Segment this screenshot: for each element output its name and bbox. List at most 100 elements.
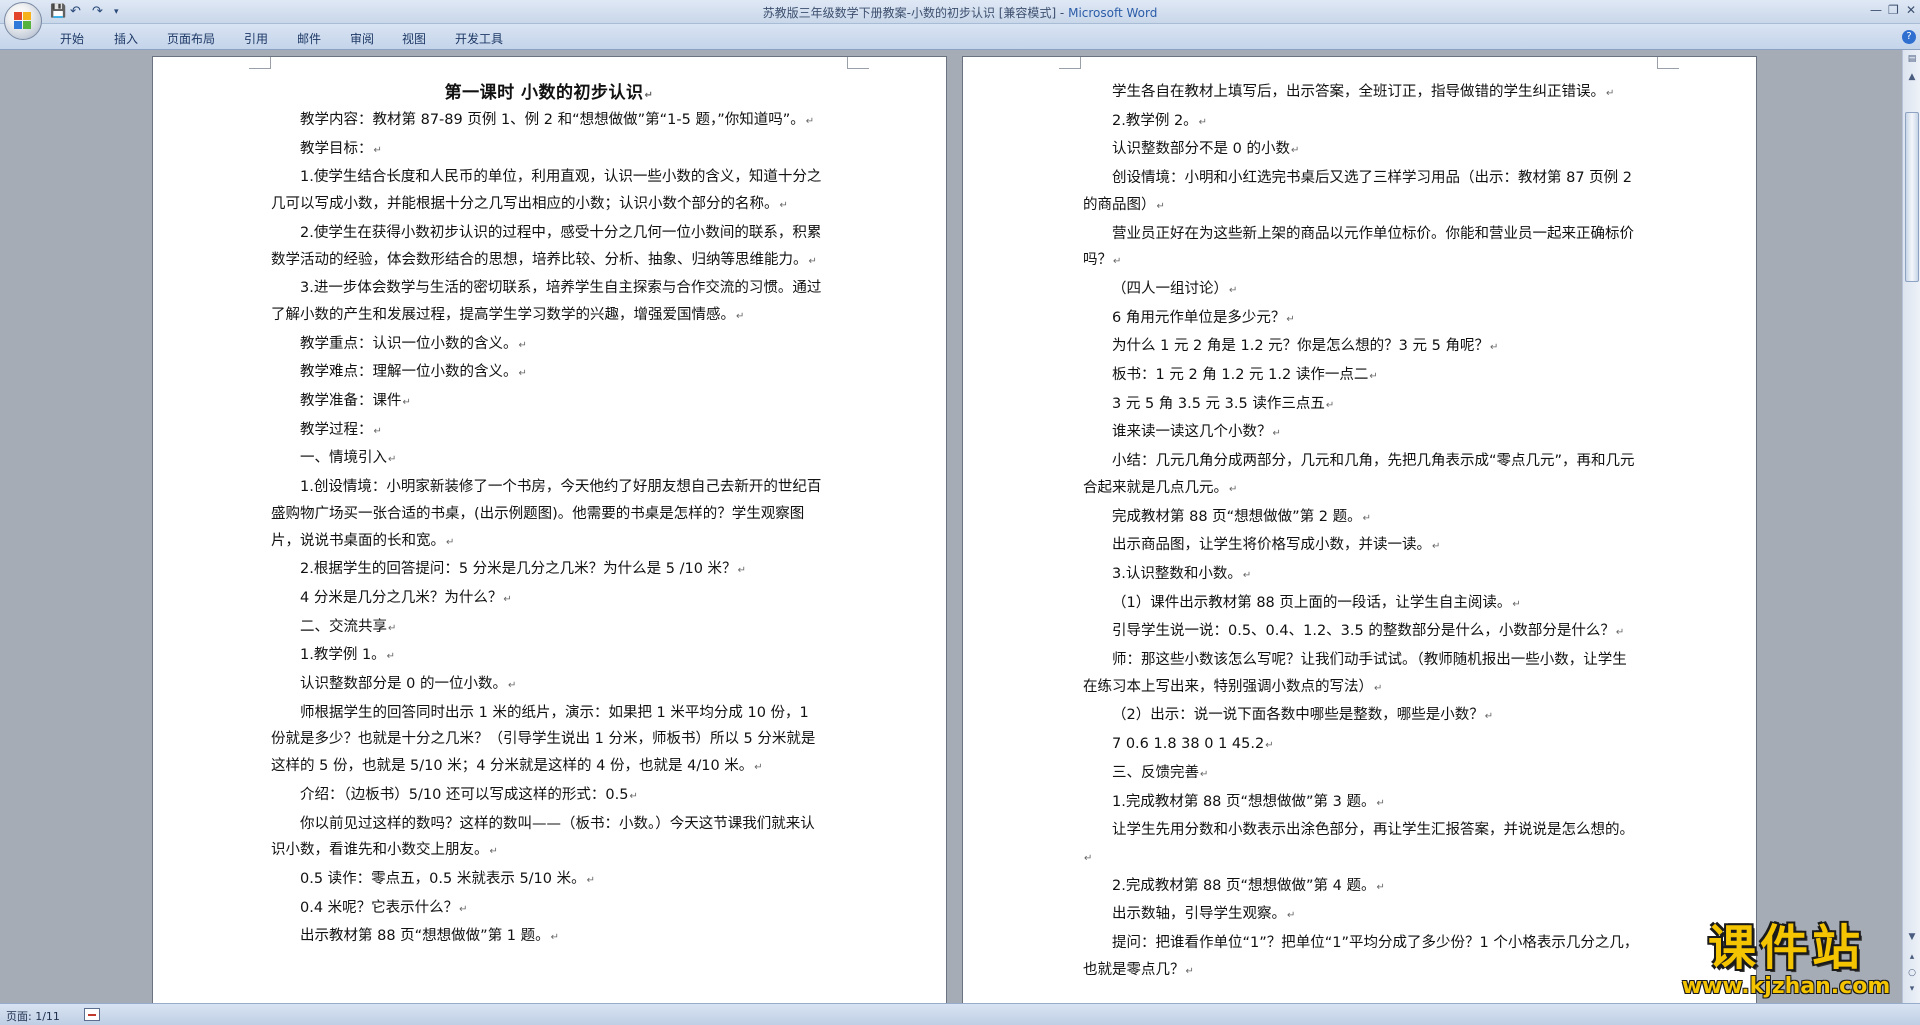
- paragraph-text: 出示数轴，引导学生观察。: [1112, 906, 1286, 923]
- paragraph-text: 谁来读一读这几个小数？: [1112, 424, 1272, 441]
- paragraph[interactable]: 板书：1 元 2 角 1.2 元 1.2 读作一点二↵: [1083, 362, 1639, 391]
- paragraph[interactable]: 完成教材第 88 页“想想做做”第 2 题。↵: [1083, 504, 1639, 533]
- paragraph-text: 师根据学生的回答同时出示 1 米的纸片，演示：如果把 1 米平均分成 10 份，…: [271, 704, 816, 775]
- paragraph[interactable]: 2.根据学生的回答提问：5 分米是几分之几米？为什么是 5 /10 米？↵: [271, 556, 827, 585]
- paragraph-mark-icon: ↵: [736, 310, 745, 322]
- paragraph[interactable]: 介绍：（边板书）5/10 还可以写成这样的形式：0.5↵: [271, 782, 827, 811]
- paragraph[interactable]: 一、情境引入↵: [271, 445, 827, 474]
- paragraph-mark-icon: ↵: [1615, 627, 1625, 639]
- minimize-icon[interactable]: —: [1870, 3, 1882, 17]
- paragraph-mark-icon: ↵: [737, 565, 746, 577]
- paragraph[interactable]: 认识整数部分不是 0 的小数↵: [1083, 136, 1639, 165]
- paragraph-text: 教学目标：: [300, 140, 373, 157]
- paragraph-mark-icon: ↵: [1325, 399, 1335, 411]
- paragraph[interactable]: 二、交流共享↵: [271, 614, 827, 643]
- scroll-thumb[interactable]: [1905, 112, 1919, 282]
- paragraph[interactable]: 师：那这些小数该怎么写呢？让我们动手试试。（教师随机报出一些小数，让学生在练习本…: [1083, 647, 1639, 702]
- paragraph[interactable]: 你以前见过这样的数吗？这样的数叫——（板书：小数。）今天这节课我们就来认识小数，…: [271, 811, 827, 866]
- paragraph[interactable]: 认识整数部分是 0 的一位小数。↵: [271, 671, 827, 700]
- paragraph[interactable]: 出示数轴，引导学生观察。↵: [1083, 901, 1639, 930]
- paragraph[interactable]: 7 0.6 1.8 38 0 1 45.2↵: [1083, 731, 1639, 760]
- paragraph[interactable]: 1.创设情境：小明家新装修了一个书房，今天他约了好朋友想自己去新开的世纪百盛购物…: [271, 474, 827, 556]
- vertical-scrollbar[interactable]: ▤ ▲ ▼ ▴ ○ ▾: [1902, 50, 1920, 1003]
- paragraph[interactable]: 教学重点：认识一位小数的含义。↵: [271, 331, 827, 360]
- document-workspace[interactable]: 第一课时 小数的初步认识↵ 教学内容：教材第 87-89 页例 1、例 2 和“…: [0, 50, 1902, 1003]
- tab-references[interactable]: 引用: [244, 30, 268, 47]
- browse-object-icon[interactable]: ○: [1905, 966, 1919, 980]
- paragraph-mark-icon: ↵: [1084, 852, 1093, 864]
- tab-home[interactable]: 开始: [60, 30, 84, 47]
- page-2-text[interactable]: 学生各自在教材上填写后，出示答案，全班订正，指导做错的学生纠正错误。↵ 2.教学例…: [1083, 79, 1639, 986]
- page-1-text[interactable]: 第一课时 小数的初步认识↵ 教学内容：教材第 87-89 页例 1、例 2 和“…: [271, 79, 827, 952]
- paragraph-mark-icon: ↵: [779, 200, 788, 212]
- paragraph-text: 2.根据学生的回答提问：5 分米是几分之几米？为什么是 5 /10 米？: [300, 561, 737, 578]
- paragraph[interactable]: 1.使学生结合长度和人民币的单位，利用直观，认识一些小数的含义，知道十分之几可以…: [271, 164, 827, 219]
- paragraph[interactable]: 4 分米是几分之几米？为什么？↵: [271, 585, 827, 614]
- paragraph[interactable]: 3.认识整数和小数。↵: [1083, 561, 1639, 590]
- paragraph[interactable]: 0.5 读作：零点五，0.5 米就表示 5/10 米。↵: [271, 866, 827, 895]
- paragraph[interactable]: （2）出示：说一说下面各数中哪些是整数，哪些是小数？↵: [1083, 702, 1639, 731]
- paragraph-mark-icon: ↵: [1369, 371, 1378, 383]
- paragraph[interactable]: 2.教学例 2。↵: [1083, 108, 1639, 137]
- paragraph[interactable]: 营业员正好在为这些新上架的商品以元作单位标价。你能和营业员一起来正确标价吗？↵: [1083, 221, 1639, 276]
- paragraph[interactable]: 提问：把谁看作单位“1”？把单位“1”平均分成了多少份？1 个小格表示几分之几，…: [1083, 930, 1639, 985]
- paragraph-mark-icon: ↵: [1376, 797, 1385, 809]
- paragraph[interactable]: 出示商品图，让学生将价格写成小数，并读一读。↵: [1083, 532, 1639, 561]
- paragraph[interactable]: 小结：几元几角分成两部分，几元和几角，先把几角表示成“零点几元”，再和几元合起来…: [1083, 448, 1639, 503]
- paragraph[interactable]: 学生各自在教材上填写后，出示答案，全班订正，指导做错的学生纠正错误。↵: [1083, 79, 1639, 108]
- tab-page-layout[interactable]: 页面布局: [167, 30, 215, 47]
- restore-icon[interactable]: ❐: [1888, 3, 1899, 17]
- ruler-toggle-icon[interactable]: ▤: [1905, 52, 1919, 66]
- paragraph[interactable]: 教学过程：↵: [271, 417, 827, 446]
- page-2[interactable]: 学生各自在教材上填写后，出示答案，全班订正，指导做错的学生纠正错误。↵ 2.教学例…: [962, 56, 1757, 1003]
- paragraph[interactable]: 0.4 米呢？它表示什么？↵: [271, 895, 827, 924]
- paragraph[interactable]: 3.进一步体会数学与生活的密切联系，培养学生自主探索与合作交流的习惯。通过了解小…: [271, 275, 827, 330]
- paragraph[interactable]: 教学内容：教材第 87-89 页例 1、例 2 和“想想做做”第“1-5 题，”…: [271, 107, 827, 136]
- tab-review[interactable]: 审阅: [350, 30, 374, 47]
- paragraph[interactable]: 1.教学例 1。↵: [271, 642, 827, 671]
- paragraph-text: 3 元 5 角 3.5 元 3.5 读作三点五: [1112, 395, 1325, 412]
- paragraph[interactable]: 教学准备：课件↵: [271, 388, 827, 417]
- paragraph[interactable]: （四人一组讨论）↵: [1083, 276, 1639, 305]
- paragraph[interactable]: 2.完成教材第 88 页“想想做做”第 4 题。↵: [1083, 873, 1639, 902]
- paragraph-text: 教学过程：: [300, 421, 373, 438]
- paragraph[interactable]: 2.使学生在获得小数初步认识的过程中，感受十分之几何一位小数间的联系，积累数学活…: [271, 220, 827, 275]
- previous-page-icon[interactable]: ▴: [1905, 950, 1919, 964]
- office-button[interactable]: [4, 2, 42, 40]
- tab-insert[interactable]: 插入: [114, 30, 138, 47]
- help-icon[interactable]: ?: [1902, 30, 1916, 44]
- paragraph[interactable]: 教学目标：↵: [271, 136, 827, 165]
- tab-developer[interactable]: 开发工具: [455, 30, 503, 47]
- scroll-down-icon[interactable]: ▼: [1905, 930, 1919, 944]
- paragraph[interactable]: 创设情境：小明和小红选完书桌后又选了三样学习用品（出示：教材第 87 页例 2 …: [1083, 165, 1639, 220]
- paragraph-mark-icon: ↵: [507, 680, 517, 692]
- paragraph-mark-icon: ↵: [1287, 910, 1296, 922]
- paragraph[interactable]: 谁来读一读这几个小数？↵: [1083, 419, 1639, 448]
- paragraph-text: 1.完成教材第 88 页“想想做做”第 3 题。: [1112, 793, 1376, 810]
- page-counter[interactable]: 页面: 1/11: [6, 1008, 60, 1024]
- watermark-text: 课件站: [1707, 920, 1864, 976]
- paragraph[interactable]: 师根据学生的回答同时出示 1 米的纸片，演示：如果把 1 米平均分成 10 份，…: [271, 700, 827, 782]
- next-page-icon[interactable]: ▾: [1905, 982, 1919, 996]
- proofing-status-icon[interactable]: [84, 1008, 100, 1021]
- paragraph[interactable]: 教学难点：理解一位小数的含义。↵: [271, 359, 827, 388]
- paragraph-text: 小结：几元几角分成两部分，几元和几角，先把几角表示成“零点几元”，再和几元合起来…: [1083, 453, 1635, 496]
- paragraph[interactable]: 为什么 1 元 2 角是 1.2 元？你是怎么想的？3 元 5 角呢？↵: [1083, 333, 1639, 362]
- paragraph[interactable]: 3 元 5 角 3.5 元 3.5 读作三点五↵: [1083, 391, 1639, 420]
- paragraph[interactable]: 引导学生说一说：0.5、0.4、1.2、3.5 的整数部分是什么，小数部分是什么…: [1083, 618, 1639, 647]
- scroll-up-icon[interactable]: ▲: [1905, 70, 1919, 84]
- paragraph[interactable]: 三、反馈完善↵: [1083, 760, 1639, 789]
- paragraph[interactable]: 6 角用元作单位是多少元？↵: [1083, 305, 1639, 334]
- paragraph[interactable]: 1.完成教材第 88 页“想想做做”第 3 题。↵: [1083, 789, 1639, 818]
- close-icon[interactable]: ✕: [1906, 3, 1916, 17]
- paragraph[interactable]: （1）课件出示教材第 88 页上面的一段话，让学生自主阅读。↵: [1083, 590, 1639, 619]
- paragraph-mark-icon: ↵: [459, 903, 468, 915]
- tab-mailings[interactable]: 邮件: [297, 30, 321, 47]
- paragraph[interactable]: 出示教材第 88 页“想想做做”第 1 题。↵: [271, 923, 827, 952]
- page-1[interactable]: 第一课时 小数的初步认识↵ 教学内容：教材第 87-89 页例 1、例 2 和“…: [152, 56, 947, 1003]
- document-title: 苏教版三年级数学下册教案-小数的初步认识 [兼容模式] -: [762, 6, 1069, 20]
- paragraph[interactable]: 让学生先用分数和小数表示出涂色部分，再让学生汇报答案，并说说是怎么想的。 ↵: [1083, 817, 1639, 872]
- paragraph-mark-icon: ↵: [1376, 881, 1385, 893]
- tab-view[interactable]: 视图: [402, 30, 426, 47]
- paragraph-text: 2.完成教材第 88 页“想想做做”第 4 题。: [1112, 877, 1376, 894]
